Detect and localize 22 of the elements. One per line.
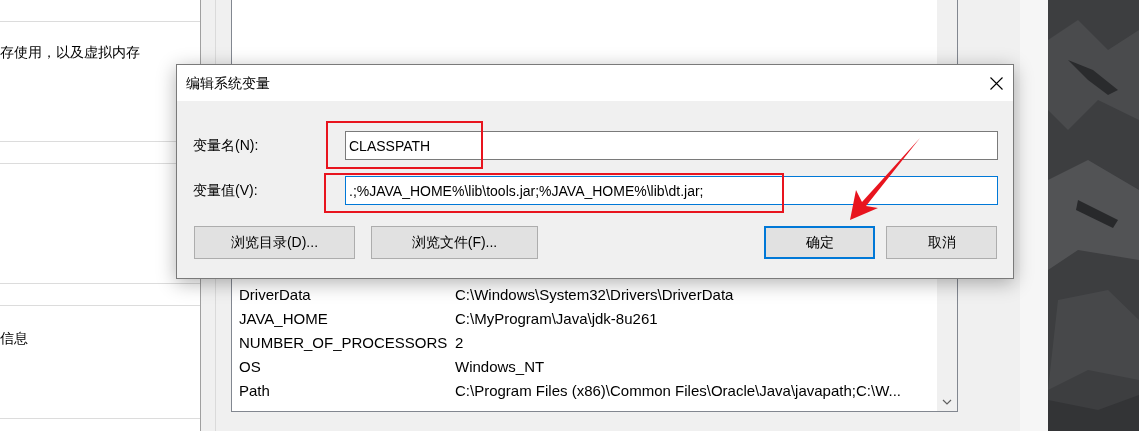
dialog-button[interactable]: 浏览目录(D)...	[194, 226, 355, 259]
dialog-button[interactable]: 取消	[886, 226, 997, 259]
variable-name: DriverData	[239, 284, 312, 305]
text-field[interactable]: .;%JAVA_HOME%\lib\tools.jar;%JAVA_HOME%\lib\dt.jar;	[345, 176, 998, 205]
dialog-title: 编辑系统变量	[186, 73, 270, 93]
description-text: 存使用，以及虚拟内存	[0, 44, 140, 60]
variable-value: 2	[455, 332, 464, 353]
dialog-button[interactable]: 确定	[764, 226, 875, 259]
variable-value: C:\Program Files (x86)\Common Files\Oracle\Java\javapath;C:\W...	[455, 380, 901, 401]
variable-name: NUMBER_OF_PROCESSORS	[239, 332, 449, 353]
variable-value: Windows_NT	[455, 356, 545, 377]
dialog-button[interactable]: 浏览文件(F)...	[371, 226, 538, 259]
field-label: 变量名(N):	[193, 136, 260, 155]
field-label: 变量值(V):	[193, 181, 259, 200]
close-icon[interactable]	[990, 76, 1003, 90]
variable-name: Path	[239, 380, 271, 401]
description-text: 信息	[0, 330, 28, 346]
variable-name: JAVA_HOME	[239, 308, 329, 329]
variable-value: C:\Windows\System32\Drivers\DriverData	[455, 284, 734, 305]
variable-name: OS	[239, 356, 262, 377]
text-field[interactable]: CLASSPATH	[345, 131, 998, 160]
variable-value: C:\MyProgram\Java\jdk-8u261	[455, 308, 658, 329]
